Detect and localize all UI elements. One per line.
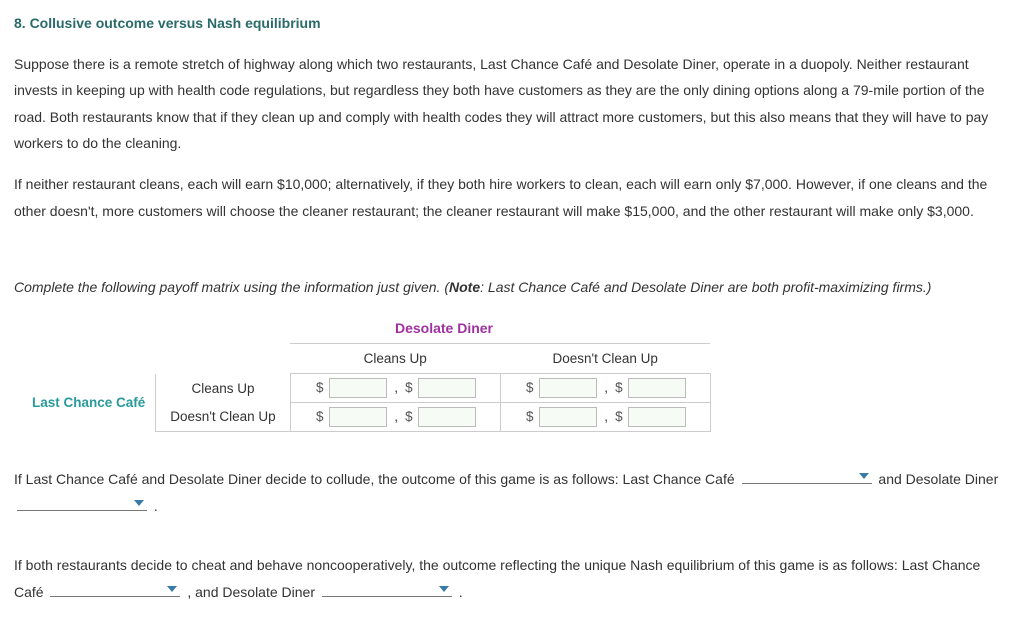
comma: , bbox=[604, 380, 608, 395]
col-strategy-1: Doesn't Clean Up bbox=[500, 344, 710, 374]
chevron-down-icon bbox=[133, 499, 145, 507]
instruction-text-post: : Last Chance Café and Desolate Diner ar… bbox=[480, 279, 931, 295]
cell-r0c0: $ , $ bbox=[290, 374, 500, 403]
payoff-matrix: Desolate Diner Cleans Up Doesn't Clean U… bbox=[24, 315, 1010, 433]
cell-r1c0: $ , $ bbox=[290, 403, 500, 432]
question-collude: If Last Chance Café and Desolate Diner d… bbox=[14, 466, 1010, 519]
dropdown-nash-dd[interactable] bbox=[322, 579, 452, 597]
row-strategy-0: Cleans Up bbox=[156, 374, 290, 403]
currency-symbol: $ bbox=[315, 408, 325, 426]
currency-symbol: $ bbox=[315, 379, 325, 397]
question-nash: If both restaurants decide to cheat and … bbox=[14, 552, 1010, 605]
table-row: Last Chance Café Cleans Up $ , $ $ , $ bbox=[24, 374, 710, 403]
currency-symbol: $ bbox=[525, 408, 535, 426]
paragraph-2: If neither restaurant cleans, each will … bbox=[14, 171, 1010, 224]
dropdown-nash-lcc[interactable] bbox=[50, 579, 180, 597]
dropdown-collude-lcc[interactable] bbox=[742, 466, 872, 484]
q1-text-1: If Last Chance Café and Desolate Diner d… bbox=[14, 471, 739, 487]
comma: , bbox=[394, 409, 398, 424]
currency-symbol: $ bbox=[525, 379, 535, 397]
payoff-input-r0c0-b[interactable] bbox=[418, 378, 476, 398]
q1-text-2: and Desolate Diner bbox=[878, 471, 998, 487]
cell-r0c1: $ , $ bbox=[500, 374, 710, 403]
chevron-down-icon bbox=[858, 472, 870, 480]
payoff-input-r0c1-b[interactable] bbox=[628, 378, 686, 398]
column-player-label: Desolate Diner bbox=[344, 315, 544, 342]
instruction-text-pre: Complete the following payoff matrix usi… bbox=[14, 279, 449, 295]
chevron-down-icon bbox=[166, 585, 178, 593]
payoff-table: Cleans Up Doesn't Clean Up Last Chance C… bbox=[24, 343, 711, 432]
q2-text-2: , and Desolate Diner bbox=[187, 584, 319, 600]
row-strategy-1: Doesn't Clean Up bbox=[156, 403, 290, 432]
row-player-label: Last Chance Café bbox=[32, 395, 145, 410]
payoff-input-r0c0-a[interactable] bbox=[329, 378, 387, 398]
instruction-note-bold: Note bbox=[449, 279, 480, 295]
currency-symbol: $ bbox=[614, 379, 624, 397]
col-strategy-0: Cleans Up bbox=[290, 344, 500, 374]
comma: , bbox=[394, 380, 398, 395]
payoff-input-r0c1-a[interactable] bbox=[539, 378, 597, 398]
question-heading: 8. Collusive outcome versus Nash equilib… bbox=[14, 10, 1010, 37]
currency-symbol: $ bbox=[404, 408, 414, 426]
comma: , bbox=[604, 409, 608, 424]
q2-text-3: . bbox=[459, 584, 463, 600]
instruction-line: Complete the following payoff matrix usi… bbox=[14, 274, 1010, 301]
payoff-input-r1c0-a[interactable] bbox=[329, 407, 387, 427]
cell-r1c1: $ , $ bbox=[500, 403, 710, 432]
chevron-down-icon bbox=[438, 585, 450, 593]
payoff-input-r1c1-a[interactable] bbox=[539, 407, 597, 427]
currency-symbol: $ bbox=[404, 379, 414, 397]
paragraph-1: Suppose there is a remote stretch of hig… bbox=[14, 51, 1010, 157]
dropdown-collude-dd[interactable] bbox=[17, 493, 147, 511]
currency-symbol: $ bbox=[614, 408, 624, 426]
q1-text-3: . bbox=[154, 498, 158, 514]
payoff-input-r1c1-b[interactable] bbox=[628, 407, 686, 427]
payoff-input-r1c0-b[interactable] bbox=[418, 407, 476, 427]
